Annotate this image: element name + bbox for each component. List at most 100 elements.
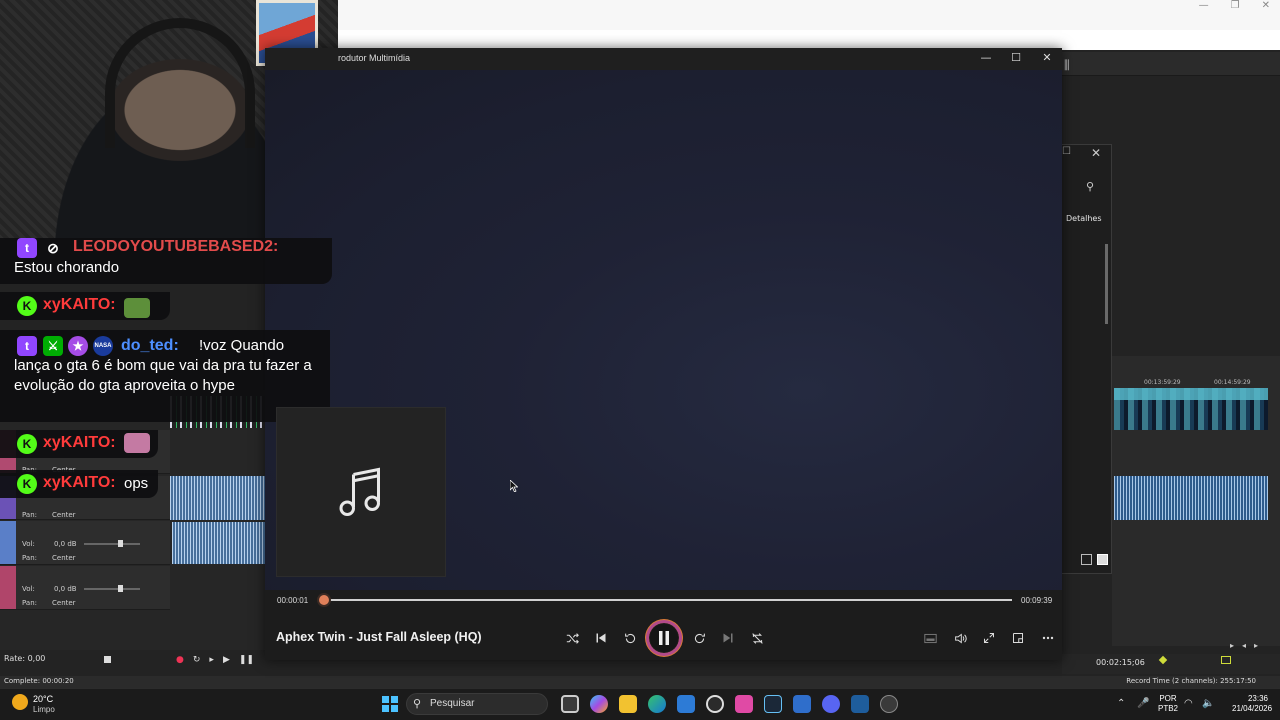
tray-overflow-icon[interactable]: ⌃ (1117, 698, 1125, 709)
track-list (0, 390, 268, 650)
chat-text: ops (124, 475, 149, 492)
dialog-scrollbar[interactable] (1105, 244, 1108, 324)
volume-knob[interactable] (118, 540, 123, 547)
clock-time: 23:36 (1247, 694, 1268, 703)
track-color (0, 521, 16, 564)
kick-icon: K (17, 296, 37, 316)
track-vol-value: 0,0 dB (54, 540, 77, 548)
media-player-icon[interactable] (880, 695, 898, 713)
tab-details[interactable]: Detalhes (1066, 214, 1102, 223)
track-pan-value: Center (52, 554, 76, 562)
microphone-icon[interactable]: 🎤 (1137, 698, 1149, 709)
now-playing-title: Aphex Twin - Just Fall Asleep (HQ) (276, 630, 482, 644)
pause-icon[interactable]: ❚❚ (239, 655, 254, 665)
cast-icon[interactable] (920, 628, 940, 648)
start-button[interactable] (382, 696, 398, 712)
weather-condition[interactable]: Limpo (33, 705, 55, 714)
minimize-icon[interactable]: — (1199, 0, 1209, 14)
repeat-off-icon[interactable] (747, 628, 767, 648)
pause-icon (659, 631, 669, 645)
miniplayer-icon[interactable] (1008, 628, 1028, 648)
restore-icon[interactable]: ❐ (1231, 0, 1240, 14)
rate-slider[interactable] (104, 656, 111, 663)
dialog-close-icon[interactable]: ✕ (1091, 146, 1101, 160)
app-icon[interactable] (735, 695, 753, 713)
store-icon[interactable] (677, 695, 695, 713)
frog-emote-icon (124, 298, 150, 318)
audio-waveform[interactable] (170, 476, 266, 520)
next-icon[interactable] (718, 628, 738, 648)
kick-icon: K (17, 474, 37, 494)
track-vol-value: 0,0 dB (54, 585, 77, 593)
pencil-app-icon[interactable] (793, 695, 811, 713)
clock[interactable]: 23:36 21/04/2026 (1232, 694, 1273, 714)
play-icon[interactable]: ▶ (223, 655, 230, 665)
scroll-arrows[interactable]: ▸◂▸ (1230, 641, 1266, 650)
forward-30-icon[interactable] (689, 628, 709, 648)
rate-label: Rate: 0,00 (4, 654, 46, 663)
volume-knob[interactable] (118, 585, 123, 592)
chat-username: xyKAITO: (43, 296, 116, 313)
steam-icon[interactable] (764, 695, 782, 713)
edge-icon[interactable] (648, 695, 666, 713)
track-pan: Pan: (22, 511, 37, 519)
twitch-icon: t (17, 238, 37, 258)
previous-icon[interactable] (591, 628, 611, 648)
volume-slider[interactable] (84, 543, 140, 545)
chrome-icon[interactable] (706, 695, 724, 713)
track-vol: Vol: (22, 585, 35, 593)
search-icon[interactable]: ⚲ (1086, 180, 1094, 193)
background-window-controls[interactable]: — ❐ ✕ (1199, 0, 1270, 14)
view-toggle-button[interactable] (1081, 554, 1092, 565)
minimize-icon[interactable]: — (976, 50, 996, 66)
more-icon[interactable] (1038, 628, 1058, 648)
pause-button[interactable] (648, 622, 680, 654)
maximize-icon[interactable]: ☐ (1006, 50, 1026, 66)
copilot-icon[interactable] (590, 695, 608, 713)
restore-icon[interactable]: ☐ (1062, 146, 1071, 157)
language-indicator[interactable]: POR PTB2 (1158, 694, 1178, 714)
task-view-icon[interactable] (561, 695, 579, 713)
anime-emote-icon (124, 433, 150, 453)
transport-bar (1062, 654, 1280, 674)
wifi-icon[interactable]: ◠ (1184, 698, 1193, 709)
fullscreen-icon[interactable] (979, 628, 999, 648)
discord-icon[interactable] (822, 695, 840, 713)
volume-slider[interactable] (84, 588, 140, 590)
transport-controls[interactable]: ● ↻ ▸ ▶ ❚❚ (176, 655, 254, 665)
record-icon[interactable]: ● (176, 655, 184, 665)
audio-waveform[interactable] (172, 522, 266, 564)
ruler-time: 00:13:59:29 (1144, 379, 1181, 386)
view-toggle-button[interactable] (1097, 554, 1108, 565)
ruler-time: 00:14:59:29 (1214, 379, 1251, 386)
track-header[interactable]: Vol: 0,0 dB Pan: Center (0, 521, 170, 565)
kick-icon: K (17, 434, 37, 454)
seek-thumb[interactable] (319, 595, 329, 605)
volume-icon[interactable] (950, 628, 970, 648)
rewind-10-icon[interactable] (620, 628, 640, 648)
close-icon[interactable]: ✕ (1262, 0, 1270, 14)
weather-temperature[interactable]: 20°C (33, 694, 53, 704)
play-from-start-icon[interactable]: ▸ (209, 655, 214, 665)
file-explorer-icon[interactable] (619, 695, 637, 713)
track-color (0, 566, 16, 609)
status-record-time: Record Time (2 channels): 255:17:50 (1126, 677, 1256, 685)
mouse-cursor-icon (510, 480, 518, 492)
loop-region-icon[interactable] (1221, 656, 1231, 664)
mixer-icon[interactable]: ⫼ (1064, 58, 1070, 73)
vegas-icon[interactable] (851, 695, 869, 713)
shuffle-icon[interactable] (562, 628, 582, 648)
total-duration: 00:09:39 (1021, 596, 1053, 605)
seek-bar[interactable] (324, 599, 1012, 601)
taskbar-search[interactable] (406, 693, 548, 715)
player-window-title: rodutor Multimídia (338, 53, 411, 63)
clock-date: 21/04/2026 (1232, 704, 1273, 713)
track-header[interactable]: Vol: 0,0 dB Pan: Center (0, 566, 170, 610)
track-pan-value: Center (52, 511, 76, 519)
status-complete: Complete: 00:00:20 (4, 677, 74, 685)
loop-icon[interactable]: ↻ (193, 655, 201, 665)
close-icon[interactable]: ✕ (1037, 50, 1057, 66)
audio-clip[interactable] (1114, 476, 1268, 520)
weather-sun-icon[interactable] (12, 694, 28, 710)
speaker-icon[interactable]: 🔈 (1202, 698, 1214, 709)
